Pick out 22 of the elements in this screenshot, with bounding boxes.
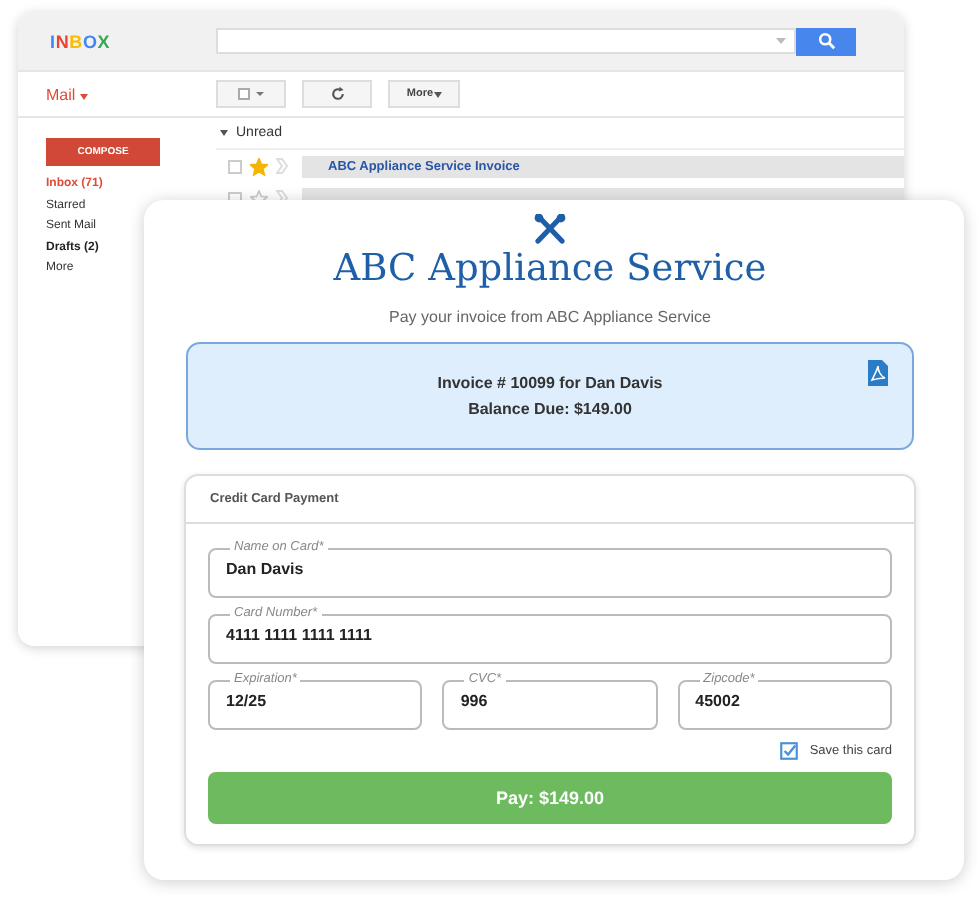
mail-menu[interactable]: Mail <box>46 85 216 103</box>
balance-due: Balance Due: $149.00 <box>468 400 632 418</box>
search-field[interactable] <box>216 28 796 54</box>
caret-icon <box>776 37 786 45</box>
invoice-number: Invoice # 10099 for Dan Davis <box>437 374 663 392</box>
search-icon <box>817 32 835 50</box>
checkbox-caret-icon <box>237 88 265 100</box>
caret-icon <box>433 91 442 97</box>
refresh-button[interactable] <box>302 80 372 108</box>
caret-icon[interactable] <box>220 130 228 136</box>
search-button[interactable] <box>796 27 856 55</box>
subtitle: Pay your invoice from ABC Appliance Service <box>389 308 711 326</box>
select-button[interactable] <box>216 80 286 108</box>
refresh-icon <box>329 86 345 102</box>
inbox-logo: INBOX <box>50 31 113 51</box>
caret-icon <box>79 93 88 99</box>
pdf-icon[interactable] <box>868 360 888 386</box>
tools-icon <box>534 214 566 244</box>
company-title: ABC Appliance Service <box>333 246 767 294</box>
checkbox[interactable] <box>228 159 242 173</box>
star-icon[interactable] <box>250 157 268 175</box>
checkbox[interactable] <box>779 742 798 760</box>
